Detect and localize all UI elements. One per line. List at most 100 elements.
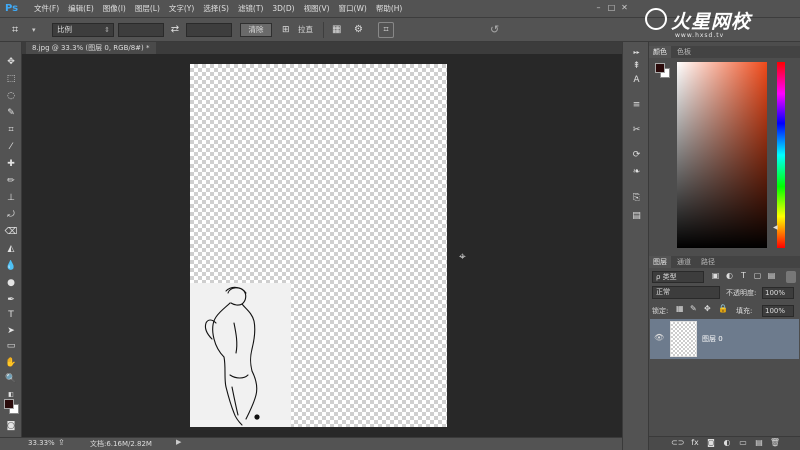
layer-style-icon[interactable]: fx: [689, 438, 701, 447]
lock-all-icon[interactable]: 🔒: [718, 304, 728, 313]
stamp-icon[interactable]: ⊥: [4, 192, 18, 204]
straighten-label[interactable]: 拉直: [298, 24, 313, 35]
menu-3d[interactable]: 3D(D): [272, 4, 294, 13]
brush-presets-icon[interactable]: ❧: [629, 166, 644, 179]
lock-label: 锁定:: [652, 307, 669, 315]
menu-window[interactable]: 窗口(W): [339, 3, 367, 14]
document-tab[interactable]: 8.jpg @ 33.3% (图层 0, RGB/8#) *: [26, 42, 156, 54]
hue-slider-thumb[interactable]: ◀: [773, 224, 778, 231]
character-icon[interactable]: A: [629, 74, 644, 87]
rectangle-icon[interactable]: ▭: [4, 340, 18, 352]
maximize-button[interactable]: □: [606, 3, 617, 14]
minimize-button[interactable]: –: [593, 3, 604, 14]
menu-help[interactable]: 帮助(H): [376, 3, 403, 14]
layer-thumbnail: [670, 321, 697, 357]
blend-mode-select[interactable]: 正常: [652, 286, 720, 299]
eye-icon[interactable]: 👁: [654, 333, 664, 342]
filter-pixel-icon[interactable]: ▣: [710, 271, 721, 283]
quick-mask-icon[interactable]: ◙: [4, 420, 18, 432]
type-icon[interactable]: T: [4, 309, 18, 321]
crop-icon[interactable]: ⌗: [4, 124, 18, 136]
zoom-level[interactable]: 33.33%: [28, 439, 55, 447]
trash-icon[interactable]: 🗑: [769, 438, 781, 447]
menu-edit[interactable]: 编辑(E): [68, 3, 94, 14]
canvas-workspace[interactable]: ⌖: [22, 54, 622, 437]
chevron-down-icon[interactable]: ▾: [32, 26, 40, 34]
quick-select-icon[interactable]: ✎: [4, 107, 18, 119]
gradient-icon[interactable]: ◭: [4, 243, 18, 255]
hue-slider[interactable]: [777, 62, 785, 248]
link-layers-icon[interactable]: ⊂⊃: [671, 438, 684, 447]
lasso-icon[interactable]: ◌: [4, 90, 18, 102]
dodge-icon[interactable]: ●: [4, 277, 18, 289]
menu-filter[interactable]: 滤镜(T): [238, 3, 263, 14]
lock-transparency-icon[interactable]: ▦: [676, 304, 684, 313]
lock-position-icon[interactable]: ✥: [704, 304, 711, 313]
layer-item[interactable]: 👁 图层 0: [650, 319, 799, 359]
menu-type[interactable]: 文字(Y): [169, 3, 194, 14]
tab-channels[interactable]: 通道: [673, 256, 695, 268]
clone-source-icon[interactable]: ⎘: [629, 192, 644, 205]
foreground-color-swatch[interactable]: [4, 399, 14, 409]
adjustment-layer-icon[interactable]: ◐: [721, 438, 733, 447]
blur-icon[interactable]: 💧: [4, 260, 18, 272]
watermark-mark-icon: [645, 8, 667, 30]
pen-icon[interactable]: ✒: [4, 294, 18, 306]
status-menu-arrow-icon[interactable]: ▶: [176, 438, 181, 446]
crop-tool-preset-icon[interactable]: ⌗: [12, 22, 30, 38]
adjustments-icon[interactable]: ≡: [629, 99, 644, 112]
eraser-icon[interactable]: ⌫: [4, 226, 18, 238]
new-layer-icon[interactable]: ▤: [753, 438, 765, 447]
layers-bottom-bar: ⊂⊃ fx ◙ ◐ ▭ ▤ 🗑: [649, 436, 800, 450]
tab-paths[interactable]: 路径: [697, 256, 719, 268]
reset-icon[interactable]: ↺: [490, 23, 499, 36]
layer-kind-select[interactable]: ρ 类型: [652, 271, 704, 283]
tool-presets-icon[interactable]: ✂: [629, 124, 644, 137]
gear-icon[interactable]: ⚙: [354, 24, 366, 35]
new-group-icon[interactable]: ▭: [737, 438, 749, 447]
history-brush-icon[interactable]: ⤾: [4, 209, 18, 221]
menu-image[interactable]: 图像(I): [103, 3, 126, 14]
menu-layer[interactable]: 图层(L): [135, 3, 160, 14]
color-panel-foreground-swatch[interactable]: [655, 63, 665, 73]
color-spectrum[interactable]: [677, 62, 767, 248]
tab-layers[interactable]: 图层: [649, 256, 671, 268]
layer-name[interactable]: 图层 0: [702, 334, 723, 344]
overlay-grid-icon[interactable]: ▦: [332, 24, 344, 35]
marquee-icon[interactable]: ⬚: [4, 73, 18, 85]
filter-type-icon[interactable]: T: [738, 271, 749, 283]
document-canvas[interactable]: [190, 64, 447, 427]
brush-icon[interactable]: ✏: [4, 175, 18, 187]
menu-view[interactable]: 视图(V): [304, 3, 330, 14]
hand-icon[interactable]: ✋: [4, 357, 18, 369]
path-select-icon[interactable]: ➤: [4, 325, 18, 337]
layer-mask-icon[interactable]: ◙: [705, 438, 717, 447]
opacity-input[interactable]: 100%: [762, 287, 794, 299]
blend-row: 正常 不透明度: 100%: [652, 286, 797, 300]
straighten-icon[interactable]: ⊞: [282, 25, 296, 35]
swap-icon[interactable]: ⇄: [167, 24, 183, 35]
delete-cropped-pixels-icon[interactable]: ⌗: [378, 21, 394, 38]
filter-shape-icon[interactable]: ▢: [752, 271, 763, 283]
filter-adjustment-icon[interactable]: ◐: [724, 271, 735, 283]
menu-select[interactable]: 选择(S): [203, 3, 229, 14]
eyedropper-icon[interactable]: ⁄: [4, 141, 18, 153]
fill-input[interactable]: 100%: [762, 305, 794, 317]
zoom-icon[interactable]: 🔍: [4, 373, 18, 385]
healing-icon[interactable]: ✚: [4, 158, 18, 170]
filter-smart-object-icon[interactable]: ▤: [766, 271, 777, 283]
ratio-height-input[interactable]: [186, 22, 232, 37]
export-icon[interactable]: ⇪: [58, 438, 65, 447]
actions-icon[interactable]: ⟳: [629, 149, 644, 162]
watermark-logo: 火星网校 www.hxsd.tv: [635, 0, 800, 48]
move-icon[interactable]: ✥: [4, 56, 18, 68]
menu-file[interactable]: 文件(F): [34, 3, 59, 14]
history-icon[interactable]: ⇞: [629, 60, 644, 73]
close-button[interactable]: ✕: [619, 3, 630, 14]
layer-comps-icon[interactable]: ▤: [629, 210, 644, 223]
clear-button[interactable]: 清除: [240, 22, 272, 37]
ratio-select[interactable]: 比例: [52, 22, 114, 37]
filter-toggle[interactable]: [786, 271, 796, 283]
ratio-width-input[interactable]: [118, 22, 164, 37]
lock-pixels-icon[interactable]: ✎: [690, 304, 697, 313]
